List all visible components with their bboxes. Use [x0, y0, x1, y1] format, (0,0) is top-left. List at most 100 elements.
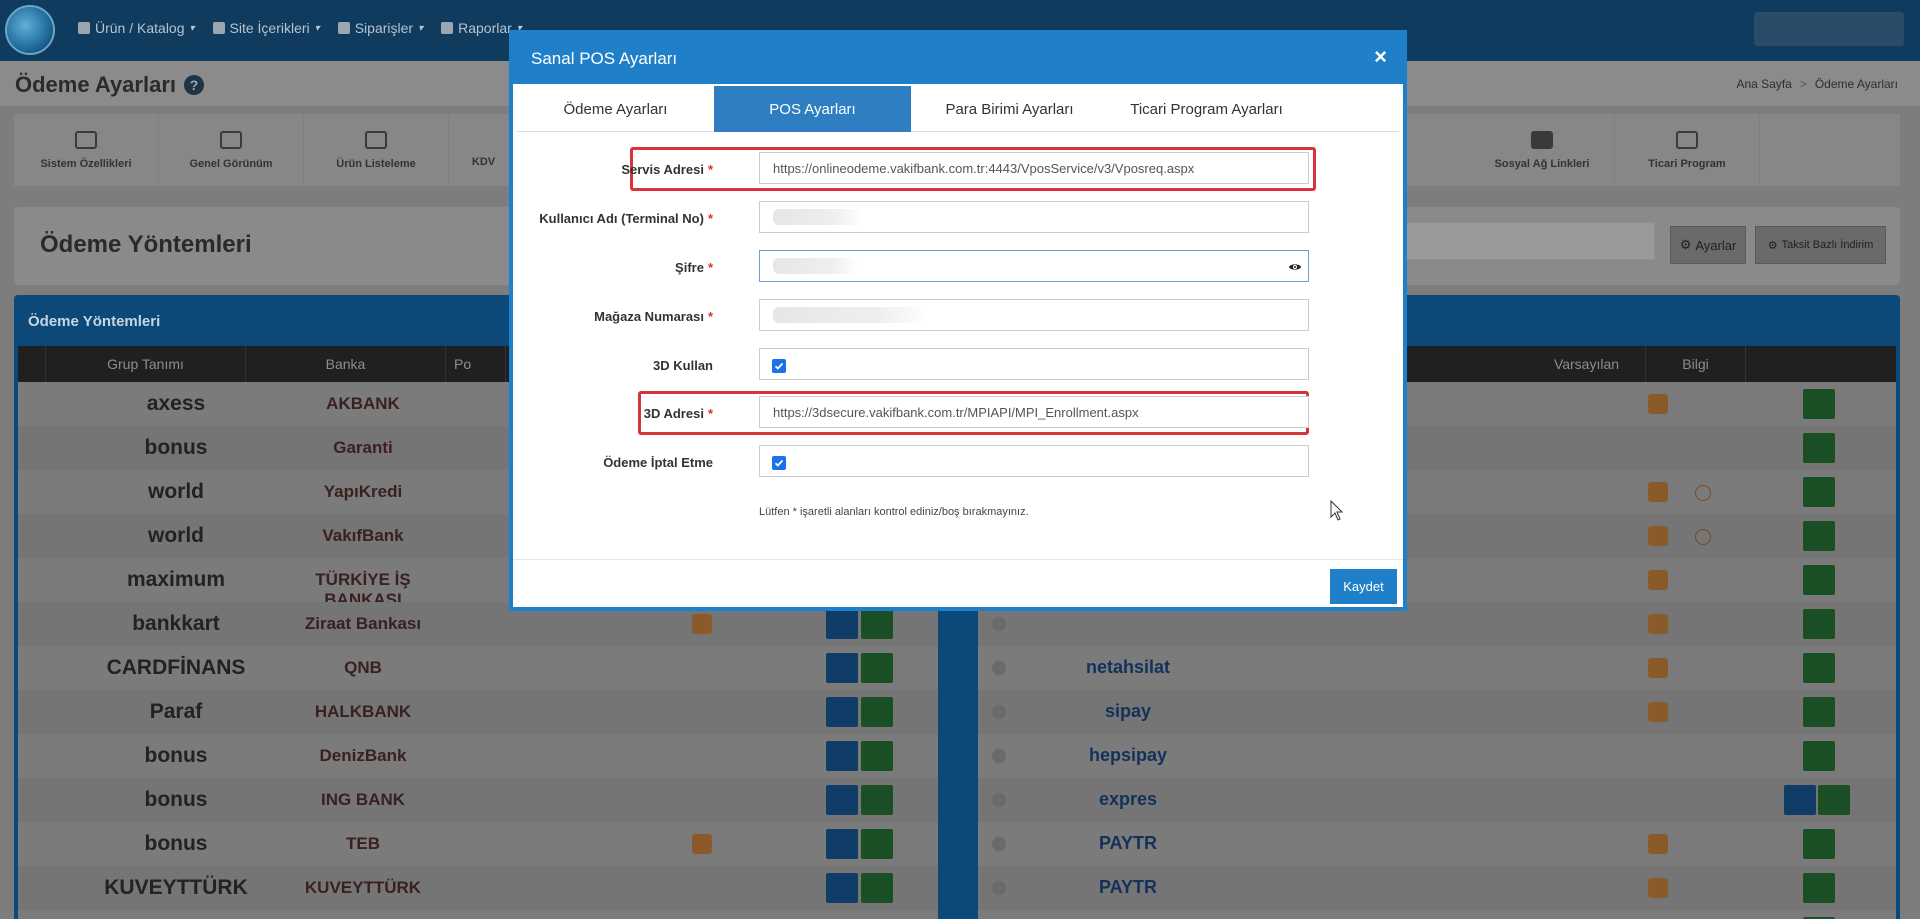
- menu-site-icerikleri[interactable]: Site İçerikleri ▾: [212, 20, 320, 36]
- rss-icon[interactable]: [1648, 834, 1668, 854]
- bank-name: KUVEYTTÜRK: [304, 878, 422, 897]
- menu-urun-katalog[interactable]: Ürün / Katalog ▾: [78, 20, 195, 36]
- rss-icon[interactable]: [1648, 614, 1668, 634]
- rss-icon[interactable]: [1648, 878, 1668, 898]
- tab-para-birimi[interactable]: Para Birimi Ayarları: [911, 86, 1108, 132]
- tile-ticari-program[interactable]: Ticari Program: [1615, 114, 1760, 186]
- tab-ticari-program[interactable]: Ticari Program Ayarları: [1108, 86, 1305, 132]
- edit-button[interactable]: [1803, 829, 1835, 859]
- edit-button[interactable]: [1803, 653, 1835, 683]
- 3d-adresi-input[interactable]: https://3dsecure.vakifbank.com.tr/MPIAPI…: [759, 396, 1309, 428]
- provider-name: PAYTR: [1098, 833, 1158, 853]
- breadcrumb-home[interactable]: Ana Sayfa: [1736, 77, 1791, 91]
- edit-button[interactable]: [861, 697, 893, 727]
- tab-pos-ayarlari[interactable]: POS Ayarları: [714, 86, 911, 132]
- menu-siparisler[interactable]: Siparişler ▾: [337, 20, 423, 36]
- group-name: maximum: [126, 568, 226, 591]
- ayarlar-button[interactable]: ⚙ Ayarlar: [1670, 226, 1746, 264]
- rss-icon[interactable]: [692, 834, 712, 854]
- settings-button[interactable]: [826, 697, 858, 727]
- kullanici-adi-label: Kullanıcı Adı (Terminal No) *: [539, 201, 713, 235]
- edit-button[interactable]: [1818, 785, 1850, 815]
- 3d-kullan-label: 3D Kullan: [653, 357, 713, 373]
- rss-icon[interactable]: [1648, 526, 1668, 546]
- edit-button[interactable]: [1803, 609, 1835, 639]
- edit-button[interactable]: [861, 785, 893, 815]
- radio-default[interactable]: [992, 661, 1006, 675]
- provider-name: sipay: [1104, 701, 1152, 721]
- site-logo[interactable]: [5, 5, 55, 55]
- 3d-kullan-checkbox[interactable]: [772, 359, 786, 373]
- edit-button[interactable]: [1803, 521, 1835, 551]
- edit-button[interactable]: [861, 653, 893, 683]
- edit-button[interactable]: [1803, 873, 1835, 903]
- tile-genel-gorunum[interactable]: Genel Görünüm: [159, 114, 304, 186]
- settings-button[interactable]: [1784, 785, 1816, 815]
- table-row: bonus ING BANK: [18, 778, 938, 822]
- main-menu: Ürün / Katalog ▾ Site İçerikleri ▾ Sipariş…: [78, 20, 522, 36]
- tile-urun-listeleme[interactable]: Ürün Listeleme: [304, 114, 449, 186]
- radio-default[interactable]: [992, 793, 1006, 807]
- settings-button[interactable]: [826, 609, 858, 639]
- radio-default[interactable]: [992, 617, 1006, 631]
- rss-icon[interactable]: [1648, 658, 1668, 678]
- tile-sistem-ozellikleri[interactable]: Sistem Özellikleri: [14, 114, 159, 186]
- edit-button[interactable]: [1803, 565, 1835, 595]
- header-banka: Banka: [246, 346, 446, 382]
- header-grup: Grup Tanımı: [46, 346, 246, 382]
- help-icon[interactable]: ?: [184, 75, 205, 95]
- rss-icon[interactable]: [1648, 394, 1668, 414]
- redacted-value: [773, 307, 928, 323]
- header-cell: [18, 346, 46, 382]
- tile-sosyal-ag[interactable]: Sosyal Ağ Linkleri: [1470, 114, 1615, 186]
- settings-button[interactable]: [826, 829, 858, 859]
- rss-icon[interactable]: [1648, 702, 1668, 722]
- settings-button[interactable]: [826, 785, 858, 815]
- field-3d-adresi: 3D Adresi * https://3dsecure.vakifbank.co…: [513, 396, 1403, 430]
- odeme-iptal-checkbox[interactable]: [772, 456, 786, 470]
- edit-button[interactable]: [1803, 477, 1835, 507]
- edit-button[interactable]: [1803, 389, 1835, 419]
- rss-icon[interactable]: [1648, 482, 1668, 502]
- bank-name: VakıfBank: [322, 526, 404, 545]
- question-icon[interactable]: [1695, 485, 1711, 501]
- bank-name: YapıKredi: [323, 482, 403, 501]
- mouse-cursor-icon: [1330, 500, 1344, 521]
- tab-odeme-ayarlari[interactable]: Ödeme Ayarları: [517, 86, 714, 132]
- search-area[interactable]: [1370, 222, 1655, 260]
- group-name: axess: [146, 392, 206, 415]
- edit-button[interactable]: [861, 741, 893, 771]
- table-panel-title: Ödeme Yöntemleri: [28, 313, 161, 330]
- taksit-indirim-button[interactable]: ⚙ Taksit Bazlı İndirim: [1755, 226, 1886, 264]
- edit-button[interactable]: [1803, 433, 1835, 463]
- save-button[interactable]: Kaydet: [1330, 569, 1397, 604]
- edit-button[interactable]: [861, 873, 893, 903]
- settings-button[interactable]: [826, 653, 858, 683]
- edit-button[interactable]: [1803, 741, 1835, 771]
- radio-default[interactable]: [992, 705, 1006, 719]
- radio-default[interactable]: [992, 749, 1006, 763]
- kullanici-adi-input[interactable]: [759, 201, 1309, 233]
- label-text: Kullanıcı Adı (Terminal No): [539, 210, 704, 226]
- settings-button[interactable]: [826, 873, 858, 903]
- eye-icon[interactable]: [1288, 260, 1302, 274]
- bank-name: DenizBank: [319, 746, 407, 765]
- table-row: KUVEYTTÜRK KUVEYTTÜRK: [18, 866, 938, 910]
- edit-button[interactable]: [1803, 697, 1835, 727]
- modal-footer-divider: [513, 559, 1403, 560]
- settings-button[interactable]: [826, 741, 858, 771]
- table-row: sipay: [978, 690, 1896, 734]
- question-icon[interactable]: [1695, 529, 1711, 545]
- magaza-numarasi-input[interactable]: [759, 299, 1309, 331]
- servis-adresi-input[interactable]: https://onlineodeme.vakifbank.com.tr:444…: [759, 152, 1309, 184]
- sifre-input[interactable]: [759, 250, 1309, 282]
- radio-default[interactable]: [992, 881, 1006, 895]
- rss-icon[interactable]: [1648, 570, 1668, 590]
- rss-icon[interactable]: [692, 614, 712, 634]
- edit-button[interactable]: [861, 609, 893, 639]
- user-area[interactable]: [1754, 12, 1904, 46]
- close-icon[interactable]: ×: [1374, 44, 1387, 70]
- edit-button[interactable]: [861, 829, 893, 859]
- radio-default[interactable]: [992, 837, 1006, 851]
- header-varsayilan: Varsayılan: [1528, 346, 1646, 382]
